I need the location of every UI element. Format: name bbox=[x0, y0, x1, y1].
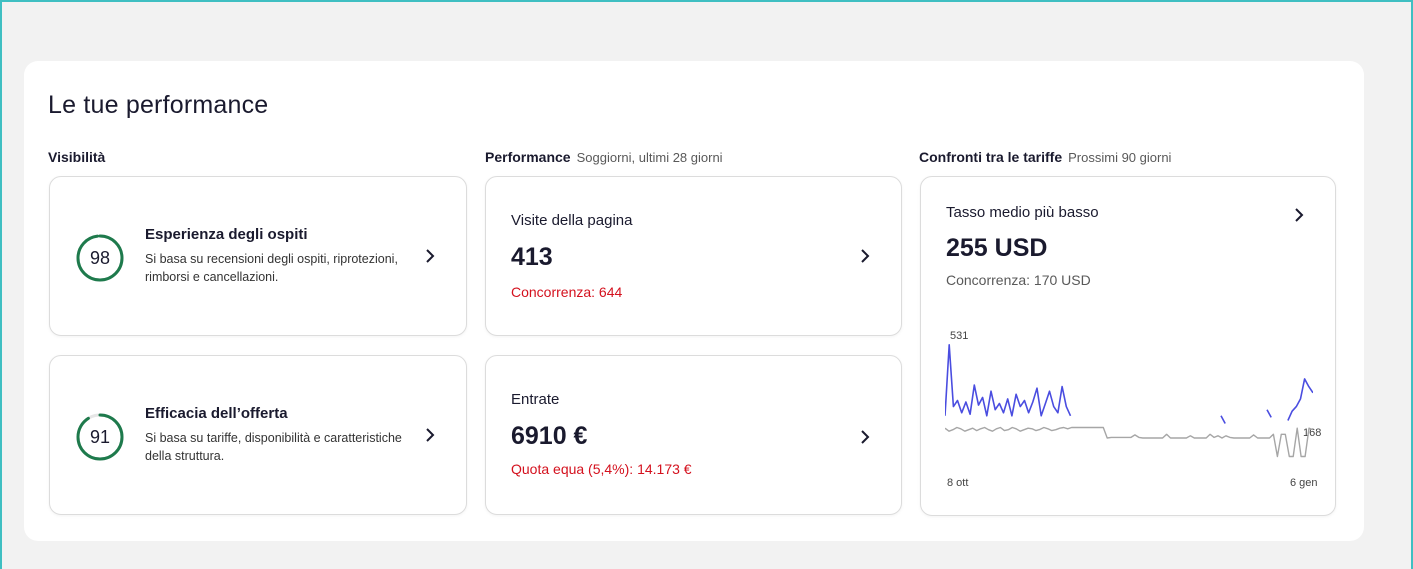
guest-experience-score: 98 bbox=[75, 233, 125, 283]
rate-competition: Concorrenza: 170 USD bbox=[946, 272, 1091, 288]
revenue-value: 6910 € bbox=[511, 422, 588, 450]
own-rate-line bbox=[945, 344, 1313, 424]
offer-effectiveness-score: 91 bbox=[75, 412, 125, 462]
guest-experience-card[interactable]: 98 Esperienza degli ospiti Si basa su re… bbox=[49, 176, 467, 336]
rates-subheading: Prossimi 90 giorni bbox=[1068, 150, 1172, 165]
page-visits-card[interactable]: Visite della pagina 413 Concorrenza: 644 bbox=[485, 176, 902, 336]
page-visits-value: 413 bbox=[511, 243, 553, 271]
chart-y-max-label: 531 bbox=[950, 330, 969, 342]
page-title: Le tue performance bbox=[48, 91, 269, 119]
chevron-right-icon[interactable] bbox=[857, 248, 873, 264]
chart-x-end-label: 6 gen bbox=[1290, 477, 1318, 489]
chevron-right-icon[interactable] bbox=[422, 427, 438, 443]
page-visits-label: Visite della pagina bbox=[511, 212, 633, 229]
performance-heading-label: Performance bbox=[485, 149, 571, 165]
chevron-right-icon[interactable] bbox=[422, 248, 438, 264]
chevron-right-icon[interactable] bbox=[857, 429, 873, 445]
guest-experience-score-value: 98 bbox=[89, 247, 111, 268]
rate-trend-chart bbox=[945, 344, 1313, 458]
revenue-card[interactable]: Entrate 6910 € Quota equa (5,4%): 14.173… bbox=[485, 355, 902, 515]
rates-heading-label: Confronti tra le tariffe bbox=[919, 149, 1063, 165]
chart-x-start-label: 8 ott bbox=[947, 477, 969, 489]
guest-experience-description: Si basa su recensioni degli ospiti, ripr… bbox=[145, 252, 398, 284]
competitor-rate-line bbox=[945, 426, 1313, 458]
chevron-right-icon[interactable] bbox=[1291, 207, 1307, 223]
page-visits-competition: Concorrenza: 644 bbox=[511, 284, 623, 300]
revenue-fair-share: Quota equa (5,4%): 14.173 € bbox=[511, 461, 692, 477]
revenue-label: Entrate bbox=[511, 391, 560, 408]
performance-panel: Le tue performance Visibilità Performanc… bbox=[24, 61, 1364, 541]
offer-effectiveness-score-value: 91 bbox=[89, 426, 111, 447]
performance-subheading: Soggiorni, ultimi 28 giorni bbox=[576, 150, 723, 165]
visibility-heading: Visibilità bbox=[48, 149, 105, 165]
lowest-rate-value: 255 USD bbox=[946, 234, 1048, 262]
lowest-rate-label: Tasso medio più basso bbox=[946, 204, 1099, 221]
offer-effectiveness-card[interactable]: 91 Efficacia dell’offerta Si basa su tar… bbox=[49, 355, 467, 515]
performance-heading: Performance Soggiorni, ultimi 28 giorni bbox=[485, 149, 723, 165]
guest-experience-title: Esperienza degli ospiti bbox=[145, 226, 308, 243]
rates-heading: Confronti tra le tariffe Prossimi 90 gior… bbox=[919, 149, 1171, 165]
rate-comparison-card[interactable]: Tasso medio più basso 255 USD Concorrenz… bbox=[920, 176, 1336, 516]
offer-effectiveness-title: Efficacia dell’offerta bbox=[145, 405, 288, 422]
visibility-heading-label: Visibilità bbox=[48, 149, 106, 165]
offer-effectiveness-description: Si basa su tariffe, disponibilità e cara… bbox=[145, 431, 402, 463]
